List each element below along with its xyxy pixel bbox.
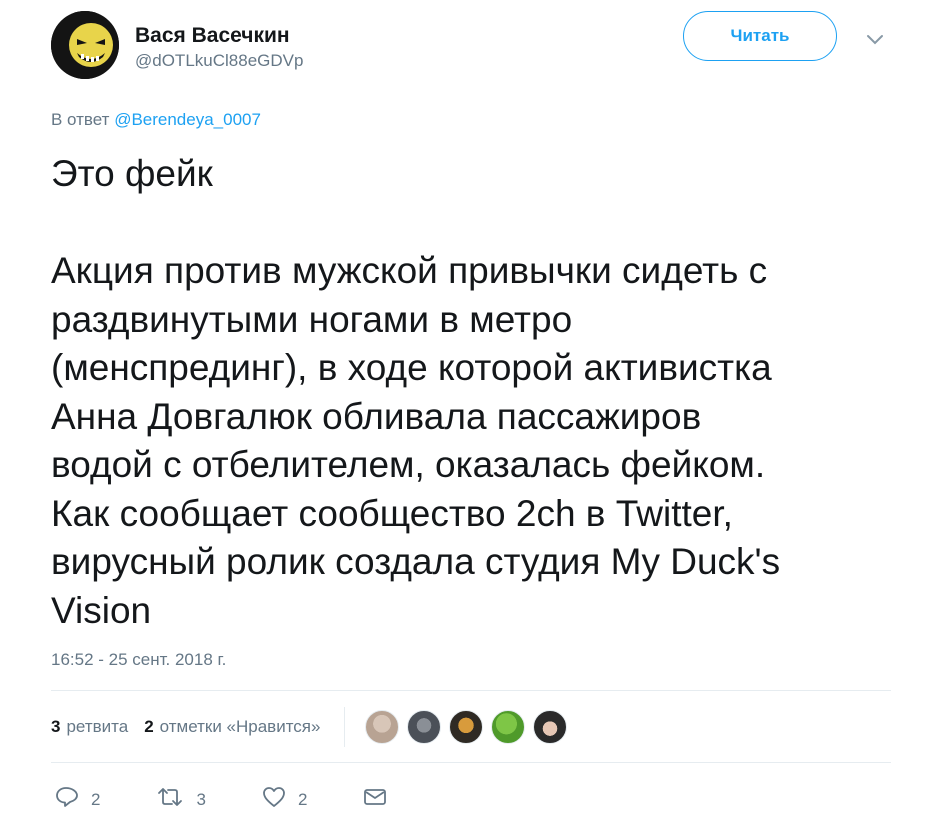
like-count: 2 bbox=[297, 789, 308, 809]
tweet-actions: 2 3 2 bbox=[55, 786, 455, 813]
avatar[interactable] bbox=[51, 11, 119, 79]
reply-context: В ответ @Berendeya_0007 bbox=[51, 110, 261, 130]
tweet-text: Это фейк Акция против мужской привычки с… bbox=[51, 153, 781, 631]
stats-separator bbox=[344, 707, 346, 747]
liker-avatar[interactable] bbox=[407, 710, 442, 744]
reply-action[interactable]: 2 bbox=[55, 786, 100, 813]
liker-avatars bbox=[365, 710, 575, 744]
reply-icon[interactable] bbox=[55, 786, 91, 813]
follow-button[interactable]: Читать bbox=[683, 11, 837, 61]
likes-label: отметки «Нравится» bbox=[159, 717, 321, 736]
like-action[interactable]: 2 bbox=[262, 786, 307, 813]
divider bbox=[51, 690, 891, 691]
envelope-icon[interactable] bbox=[363, 787, 399, 812]
reply-count: 2 bbox=[91, 789, 101, 809]
retweets-label: ретвита bbox=[66, 717, 129, 736]
likes-count: 2 bbox=[144, 717, 154, 736]
retweets-stat[interactable]: 3 ретвита bbox=[51, 717, 128, 737]
chevron-down-icon[interactable] bbox=[865, 32, 885, 48]
user-handle[interactable]: @dOTLkuCl88eGDVp bbox=[135, 51, 303, 71]
liker-avatar[interactable] bbox=[365, 710, 400, 744]
likes-stat[interactable]: 2 отметки «Нравится» bbox=[144, 717, 320, 737]
divider bbox=[51, 762, 891, 763]
user-name[interactable]: Вася Васечкин bbox=[135, 24, 290, 48]
retweet-count: 3 bbox=[196, 789, 206, 809]
liker-avatar[interactable] bbox=[449, 710, 484, 744]
reply-mention-link[interactable]: @Berendeya_0007 bbox=[114, 110, 261, 129]
message-action[interactable] bbox=[363, 787, 399, 812]
liker-avatar[interactable] bbox=[533, 710, 568, 744]
liker-avatar[interactable] bbox=[491, 710, 526, 744]
tweet-header: Вася Васечкин @dOTLkuCl88eGDVp Читать bbox=[51, 11, 898, 81]
reply-prefix: В ответ bbox=[51, 110, 110, 129]
avatar-image bbox=[51, 11, 119, 79]
tweet-timestamp[interactable]: 16:52 - 25 сент. 2018 г. bbox=[51, 650, 226, 670]
retweet-icon[interactable] bbox=[156, 786, 196, 813]
tweet-stats: 3 ретвита 2 отметки «Нравится» bbox=[51, 707, 575, 747]
retweets-count: 3 bbox=[51, 717, 61, 736]
heart-icon[interactable] bbox=[262, 786, 298, 813]
retweet-action[interactable]: 3 bbox=[156, 786, 206, 813]
